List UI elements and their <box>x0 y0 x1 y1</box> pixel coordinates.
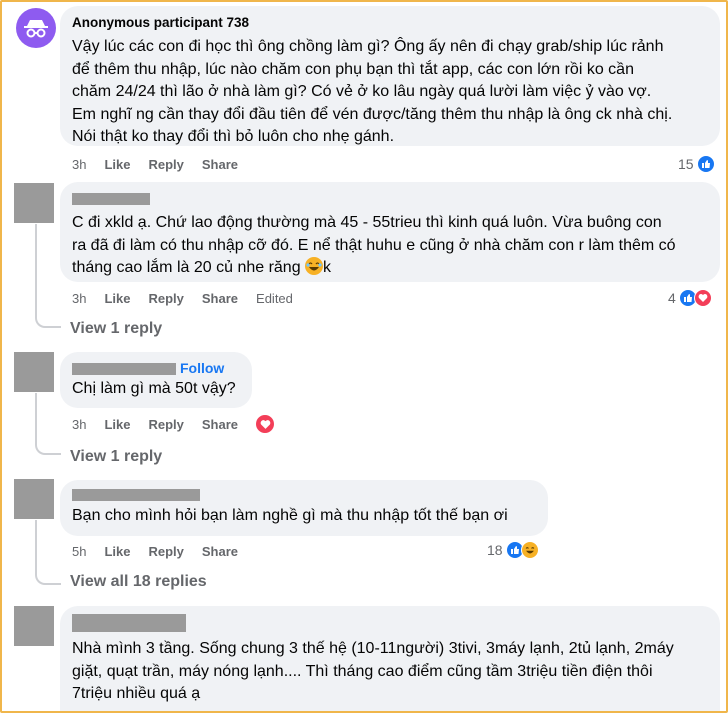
comment-text: Chị làm gì mà 50t vậy? <box>72 380 236 397</box>
comment-bubble: Bạn cho mình hỏi bạn làm nghề gì mà thu … <box>60 480 548 536</box>
comment-time[interactable]: 3h <box>72 291 86 306</box>
thread-line <box>35 393 37 443</box>
comment-text: C đi xkld ạ. Chứ lao động thường mà 45 -… <box>72 212 708 280</box>
comment-actions: 3h Like Reply Share Edited <box>72 291 311 306</box>
incognito-icon <box>24 20 48 38</box>
reaction-summary[interactable] <box>255 414 275 434</box>
reaction-count: 18 <box>487 542 503 558</box>
comment-actions: 5h Like Reply Share <box>72 544 256 559</box>
laughing-emoji-icon <box>305 257 324 275</box>
comment-author-redacted[interactable] <box>72 488 536 502</box>
view-replies-link[interactable]: View 1 reply <box>70 448 162 466</box>
share-button[interactable]: Share <box>202 544 238 559</box>
haha-reaction-icon <box>520 541 539 559</box>
comment-author-redacted[interactable] <box>72 190 708 208</box>
view-replies-link[interactable]: View all 18 replies <box>70 573 207 591</box>
reply-button[interactable]: Reply <box>148 544 183 559</box>
reaction-count: 4 <box>668 290 676 306</box>
comment-author[interactable]: Anonymous participant 738 <box>72 14 708 32</box>
share-button[interactable]: Share <box>202 291 238 306</box>
avatar[interactable] <box>14 606 54 646</box>
reply-button[interactable]: Reply <box>148 291 183 306</box>
reaction-summary[interactable]: 18 <box>487 541 539 559</box>
comment-text: Bạn cho mình hỏi bạn làm nghề gì mà thu … <box>72 507 508 524</box>
comment-bubble: Anonymous participant 738 Vậy lúc các co… <box>60 6 720 146</box>
reply-button[interactable]: Reply <box>148 417 183 432</box>
comment-time[interactable]: 5h <box>72 544 86 559</box>
love-reaction-icon <box>255 414 275 434</box>
comment-time[interactable]: 3h <box>72 417 86 432</box>
comment-time[interactable]: 3h <box>72 157 86 172</box>
comment-bubble: Nhà mình 3 tầng. Sống chung 3 thế hệ (10… <box>60 606 720 713</box>
reaction-count: 15 <box>678 156 694 172</box>
like-reaction-icon <box>696 155 715 173</box>
comment-bubble: C đi xkld ạ. Chứ lao động thường mà 45 -… <box>60 182 720 282</box>
comment-text: Nhà mình 3 tầng. Sống chung 3 thế hệ (10… <box>72 640 674 702</box>
reply-button[interactable]: Reply <box>148 157 183 172</box>
share-button[interactable]: Share <box>202 417 238 432</box>
comment-bubble: Follow Chị làm gì mà 50t vậy? <box>60 352 252 408</box>
reaction-summary[interactable]: 15 <box>678 155 715 173</box>
comment-text-tail: k <box>323 259 332 276</box>
thread-line <box>35 520 37 573</box>
comment-author-redacted[interactable]: Follow <box>72 360 240 377</box>
comment-author-redacted[interactable] <box>72 614 708 632</box>
anonymous-avatar[interactable] <box>16 8 56 48</box>
like-button[interactable]: Like <box>104 157 130 172</box>
share-button[interactable]: Share <box>202 157 238 172</box>
thread-connector <box>35 573 61 585</box>
thread-line <box>35 224 37 316</box>
like-button[interactable]: Like <box>104 291 130 306</box>
like-button[interactable]: Like <box>104 417 130 432</box>
avatar[interactable] <box>14 479 54 519</box>
comment-actions: 3h Like Reply Share <box>72 157 256 172</box>
avatar[interactable] <box>14 183 54 223</box>
avatar[interactable] <box>14 352 54 392</box>
thread-connector <box>35 443 61 455</box>
reaction-summary[interactable]: 4 <box>668 289 712 307</box>
comment-text: Vậy lúc các con đi học thì ông chồng làm… <box>72 38 673 145</box>
comment-actions: 3h Like Reply Share <box>72 417 256 432</box>
comment-text-main: C đi xkld ạ. Chứ lao động thường mà 45 -… <box>72 214 676 276</box>
thread-connector <box>35 316 61 328</box>
like-button[interactable]: Like <box>104 544 130 559</box>
edited-label: Edited <box>256 291 293 306</box>
view-replies-link[interactable]: View 1 reply <box>70 320 162 338</box>
love-reaction-icon <box>693 289 712 307</box>
follow-button[interactable]: Follow <box>180 360 224 376</box>
